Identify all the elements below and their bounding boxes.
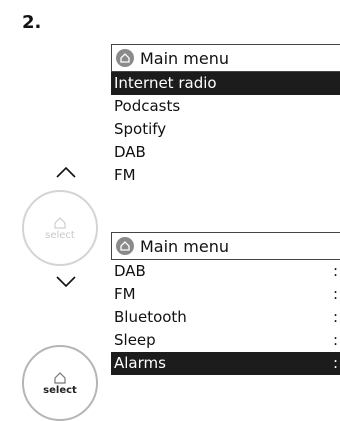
menu-item-fm[interactable]: FM	[111, 164, 340, 187]
select-label: select	[43, 384, 77, 396]
chevron-up-icon[interactable]	[56, 166, 76, 178]
menu-item-sleep[interactable]: Sleep:	[111, 329, 340, 352]
select-knob[interactable]: select	[22, 190, 98, 266]
home-icon	[54, 371, 66, 384]
menu-header: Main menu	[111, 232, 340, 260]
select-knob[interactable]: select	[22, 345, 98, 421]
home-icon	[116, 49, 134, 67]
chevron-down-icon[interactable]	[56, 276, 76, 288]
menu-item-podcasts[interactable]: Podcasts	[111, 95, 340, 118]
menu-item-fm[interactable]: FM:	[111, 283, 340, 306]
home-icon	[116, 237, 134, 255]
step-number: 2.	[22, 12, 42, 33]
menu-item-bluetooth[interactable]: Bluetooth:	[111, 306, 340, 329]
menu-title: Main menu	[140, 236, 229, 256]
menu-header: Main menu	[111, 44, 340, 72]
menu-item-internet-radio[interactable]: Internet radio	[111, 72, 340, 95]
menu-title: Main menu	[140, 48, 229, 68]
menu-screen-main-scrolled: Main menu DAB: FM: Bluetooth: Sleep: Ala…	[111, 232, 340, 413]
menu-item-alarms[interactable]: Alarms:	[111, 352, 340, 375]
menu-item-dab[interactable]: DAB	[111, 141, 340, 164]
menu-item-dab[interactable]: DAB:	[111, 260, 340, 283]
menu-item-spotify[interactable]: Spotify	[111, 118, 340, 141]
menu-screen-main: Main menu Internet radio Podcasts Spotif…	[111, 44, 340, 228]
select-label: select	[45, 229, 75, 241]
home-icon	[54, 216, 66, 229]
